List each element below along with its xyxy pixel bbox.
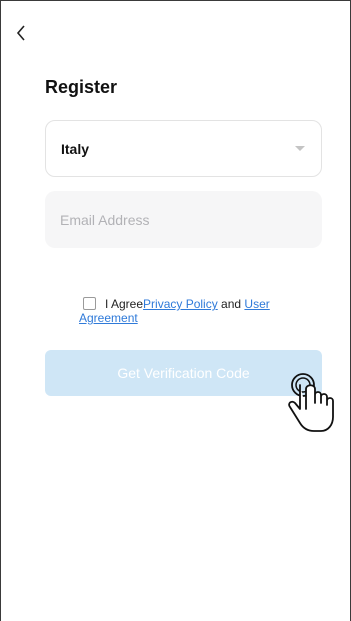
page-title: Register: [45, 77, 118, 97]
user-agreement-link-part1[interactable]: User: [244, 297, 269, 311]
chevron-left-icon: [16, 25, 25, 41]
agree-checkbox[interactable]: [83, 297, 96, 310]
back-button[interactable]: [11, 21, 31, 45]
country-select[interactable]: Italy: [45, 120, 322, 177]
get-verification-code-button[interactable]: Get Verification Code: [45, 350, 322, 396]
agree-prefix: I Agree: [105, 297, 144, 311]
caret-down-icon: [295, 146, 305, 151]
register-screen: Register Italy I AgreePrivacy Policy and…: [0, 0, 351, 621]
agreement-row: I AgreePrivacy Policy and User Agreement: [79, 297, 309, 325]
user-agreement-link-part2[interactable]: Agreement: [79, 311, 138, 325]
agree-conjunction: and: [217, 297, 245, 311]
email-field[interactable]: [45, 191, 322, 248]
privacy-policy-link[interactable]: Privacy Policy: [143, 297, 218, 311]
country-value: Italy: [61, 140, 90, 157]
